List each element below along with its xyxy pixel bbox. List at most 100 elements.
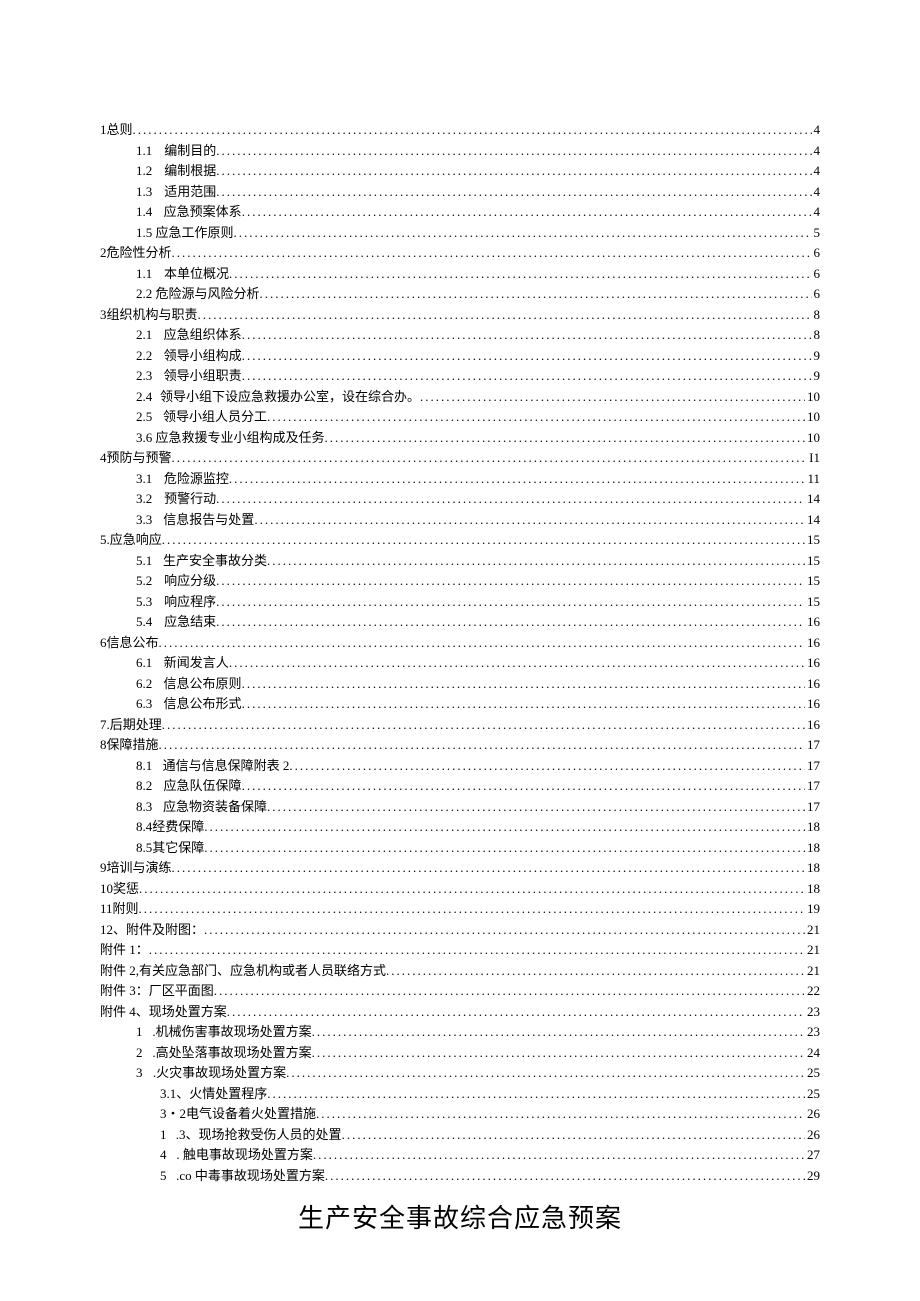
toc-label: 5 应急工作原则 (146, 223, 234, 243)
toc-label: 总则 (107, 120, 133, 140)
toc-leader-dots (149, 940, 805, 960)
toc-entry: 5.co 中毒事故现场处置方案29 (100, 1166, 820, 1186)
toc-page-number: 9 (812, 346, 821, 366)
toc-number: 5.3 (136, 592, 152, 612)
toc-entry: 1.4应急预案体系4 (100, 202, 820, 222)
toc-page-number: 4 (812, 202, 821, 222)
toc-number: 附件 3： (100, 981, 149, 1001)
toc-entry: 3・2电气设备着火处置措施26 (100, 1104, 820, 1124)
toc-leader-dots (204, 920, 805, 940)
toc-entry: 8.4经费保障18 (100, 817, 820, 837)
toc-label: 现场处置方案 (149, 1002, 227, 1022)
toc-page-number: 16 (805, 674, 820, 694)
toc-page-number: 25 (805, 1063, 820, 1083)
toc-label: .机械伤害事故现场处置方案 (152, 1022, 311, 1042)
toc-page-number: 10 (805, 387, 820, 407)
toc-leader-dots (159, 633, 805, 653)
toc-leader-dots (242, 325, 812, 345)
toc-entry: 4. 触电事故现场处置方案27 (100, 1145, 820, 1165)
toc-number: 3.1 (136, 469, 152, 489)
toc-leader-dots (229, 264, 812, 284)
toc-entry: 2.高处坠落事故现场处置方案24 (100, 1043, 820, 1063)
toc-entry: 6.2信息公布原则16 (100, 674, 820, 694)
toc-number: 1 (136, 1022, 143, 1042)
toc-entry: 1.3、现场抢救受伤人员的处置26 (100, 1125, 820, 1145)
toc-label: 信息公布形式 (164, 694, 242, 714)
document-title: 生产安全事故综合应急预案 (100, 1199, 820, 1238)
toc-entry: 5.2响应分级15 (100, 571, 820, 591)
toc-page-number: 14 (805, 510, 820, 530)
toc-label: 响应分级 (164, 571, 216, 591)
toc-label: 附则 (113, 899, 139, 919)
toc-page-number: 21 (805, 961, 820, 981)
toc-page-number: 15 (805, 551, 820, 571)
toc-page-number: 10 (805, 428, 820, 448)
toc-page-number: 17 (805, 776, 820, 796)
toc-number: 6.2 (136, 674, 152, 694)
toc-label: 附件及附图： (126, 920, 204, 940)
toc-number: 2 (136, 1043, 143, 1063)
toc-entry: 3. 6 应急救援专业小组构成及任务10 (100, 428, 820, 448)
toc-entry: 11附则19 (100, 899, 820, 919)
toc-number: 1.1 (136, 264, 152, 284)
toc-number: 附件 2, (100, 961, 139, 981)
toc-entry: 2.4领导小组下设应急救援办公室，设在综合办。10 (100, 387, 820, 407)
toc-page-number: 18 (805, 858, 820, 878)
toc-entry: 3.2预警行动14 (100, 489, 820, 509)
toc-label: 本单位概况 (164, 264, 229, 284)
toc-leader-dots (234, 223, 812, 243)
toc-number: 2. (136, 284, 146, 304)
toc-page-number: 4 (812, 182, 821, 202)
toc-leader-dots (313, 1145, 805, 1165)
toc-label: 适用范围 (164, 182, 216, 202)
toc-entry: 1.1本单位概况6 (100, 264, 820, 284)
toc-number: 1.3 (136, 182, 152, 202)
toc-page-number: 14 (805, 489, 820, 509)
toc-label: 领导小组人员分工 (163, 407, 267, 427)
toc-entry: 8保障措施17 (100, 735, 820, 755)
toc-page-number: 25 (805, 1084, 820, 1104)
toc-number: 2.4 (136, 387, 152, 407)
toc-label: 应急结束 (164, 612, 216, 632)
toc-label: 有关应急部门、应急机构或者人员联络方式 (139, 961, 386, 981)
toc-number: 3.1、 (160, 1084, 189, 1104)
toc-leader-dots (267, 797, 805, 817)
toc-leader-dots (216, 141, 811, 161)
toc-entry: 12、附件及附图：21 (100, 920, 820, 940)
toc-entry: 附件 1：21 (100, 940, 820, 960)
toc-number: 5.1 (136, 551, 152, 571)
toc-leader-dots (286, 1063, 805, 1083)
toc-entry: 7.后期处理16 (100, 715, 820, 735)
toc-page-number: 24 (805, 1043, 820, 1063)
toc-entry: 1.机械伤害事故现场处置方案23 (100, 1022, 820, 1042)
toc-number: 4 (160, 1145, 167, 1165)
toc-leader-dots (204, 817, 805, 837)
toc-label: 应急物资装备保障 (163, 797, 267, 817)
toc-page-number: 21 (805, 940, 820, 960)
toc-entry: 附件 4、现场处置方案23 (100, 1002, 820, 1022)
toc-label: 信息报告与处置 (163, 510, 254, 530)
toc-page-number: 16 (805, 653, 820, 673)
toc-label: 奖惩 (113, 879, 139, 899)
toc-label: 应急队伍保障 (164, 776, 242, 796)
toc-leader-dots (325, 1166, 805, 1186)
toc-page-number: 15 (805, 592, 820, 612)
toc-number: 12、 (100, 920, 126, 940)
toc-leader-dots (159, 735, 805, 755)
toc-leader-dots (312, 1022, 805, 1042)
toc-leader-dots (267, 1084, 805, 1104)
toc-leader-dots (162, 715, 805, 735)
toc-leader-dots (216, 182, 811, 202)
toc-entry: 2.3领导小组职责9 (100, 366, 820, 386)
toc-leader-dots (242, 202, 812, 222)
toc-page-number: 23 (805, 1002, 820, 1022)
toc-number: 8.3 (136, 797, 152, 817)
toc-number: 11 (100, 899, 113, 919)
toc-number: 8.5 (136, 838, 152, 858)
toc-entry: 附件 2,有关应急部门、应急机构或者人员联络方式 21 (100, 961, 820, 981)
toc-leader-dots (267, 407, 805, 427)
toc-leader-dots (216, 161, 811, 181)
toc-page-number: 11 (805, 469, 820, 489)
toc-entry: 6信息公布16 (100, 633, 820, 653)
toc-page-number: 26 (805, 1104, 820, 1124)
